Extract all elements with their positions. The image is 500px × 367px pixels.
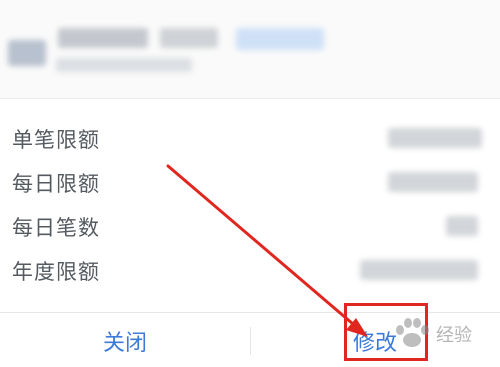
limit-label: 每日笔数 bbox=[12, 216, 100, 240]
limit-label: 单笔限额 bbox=[12, 128, 100, 152]
bank-logo bbox=[8, 40, 46, 66]
limit-value-blurred bbox=[388, 128, 482, 148]
limit-value-blurred bbox=[388, 172, 478, 192]
card-name-blurred bbox=[160, 28, 218, 48]
close-button[interactable]: 关闭 bbox=[0, 313, 250, 367]
limit-value-blurred bbox=[360, 260, 478, 280]
limit-row-single: 单笔限额 bbox=[0, 116, 500, 156]
card-type-badge-blurred bbox=[236, 28, 324, 50]
paw-icon bbox=[396, 318, 429, 347]
watermark-text: 经验 bbox=[436, 325, 472, 346]
limit-row-daily-count: 每日笔数 bbox=[0, 204, 500, 244]
limit-row-annual: 年度限额 bbox=[0, 248, 500, 288]
limit-dialog: 单笔限额 每日限额 每日笔数 年度限额 关闭 修改 经验 bbox=[0, 0, 500, 367]
watermark: 经验 bbox=[392, 316, 498, 350]
limit-label: 年度限额 bbox=[12, 260, 100, 284]
card-number-blurred bbox=[56, 58, 192, 72]
limit-label: 每日限额 bbox=[12, 172, 100, 196]
bank-name-blurred bbox=[58, 28, 148, 48]
limit-value-blurred bbox=[446, 216, 478, 236]
card-header bbox=[0, 0, 500, 99]
limit-row-daily: 每日限额 bbox=[0, 160, 500, 200]
